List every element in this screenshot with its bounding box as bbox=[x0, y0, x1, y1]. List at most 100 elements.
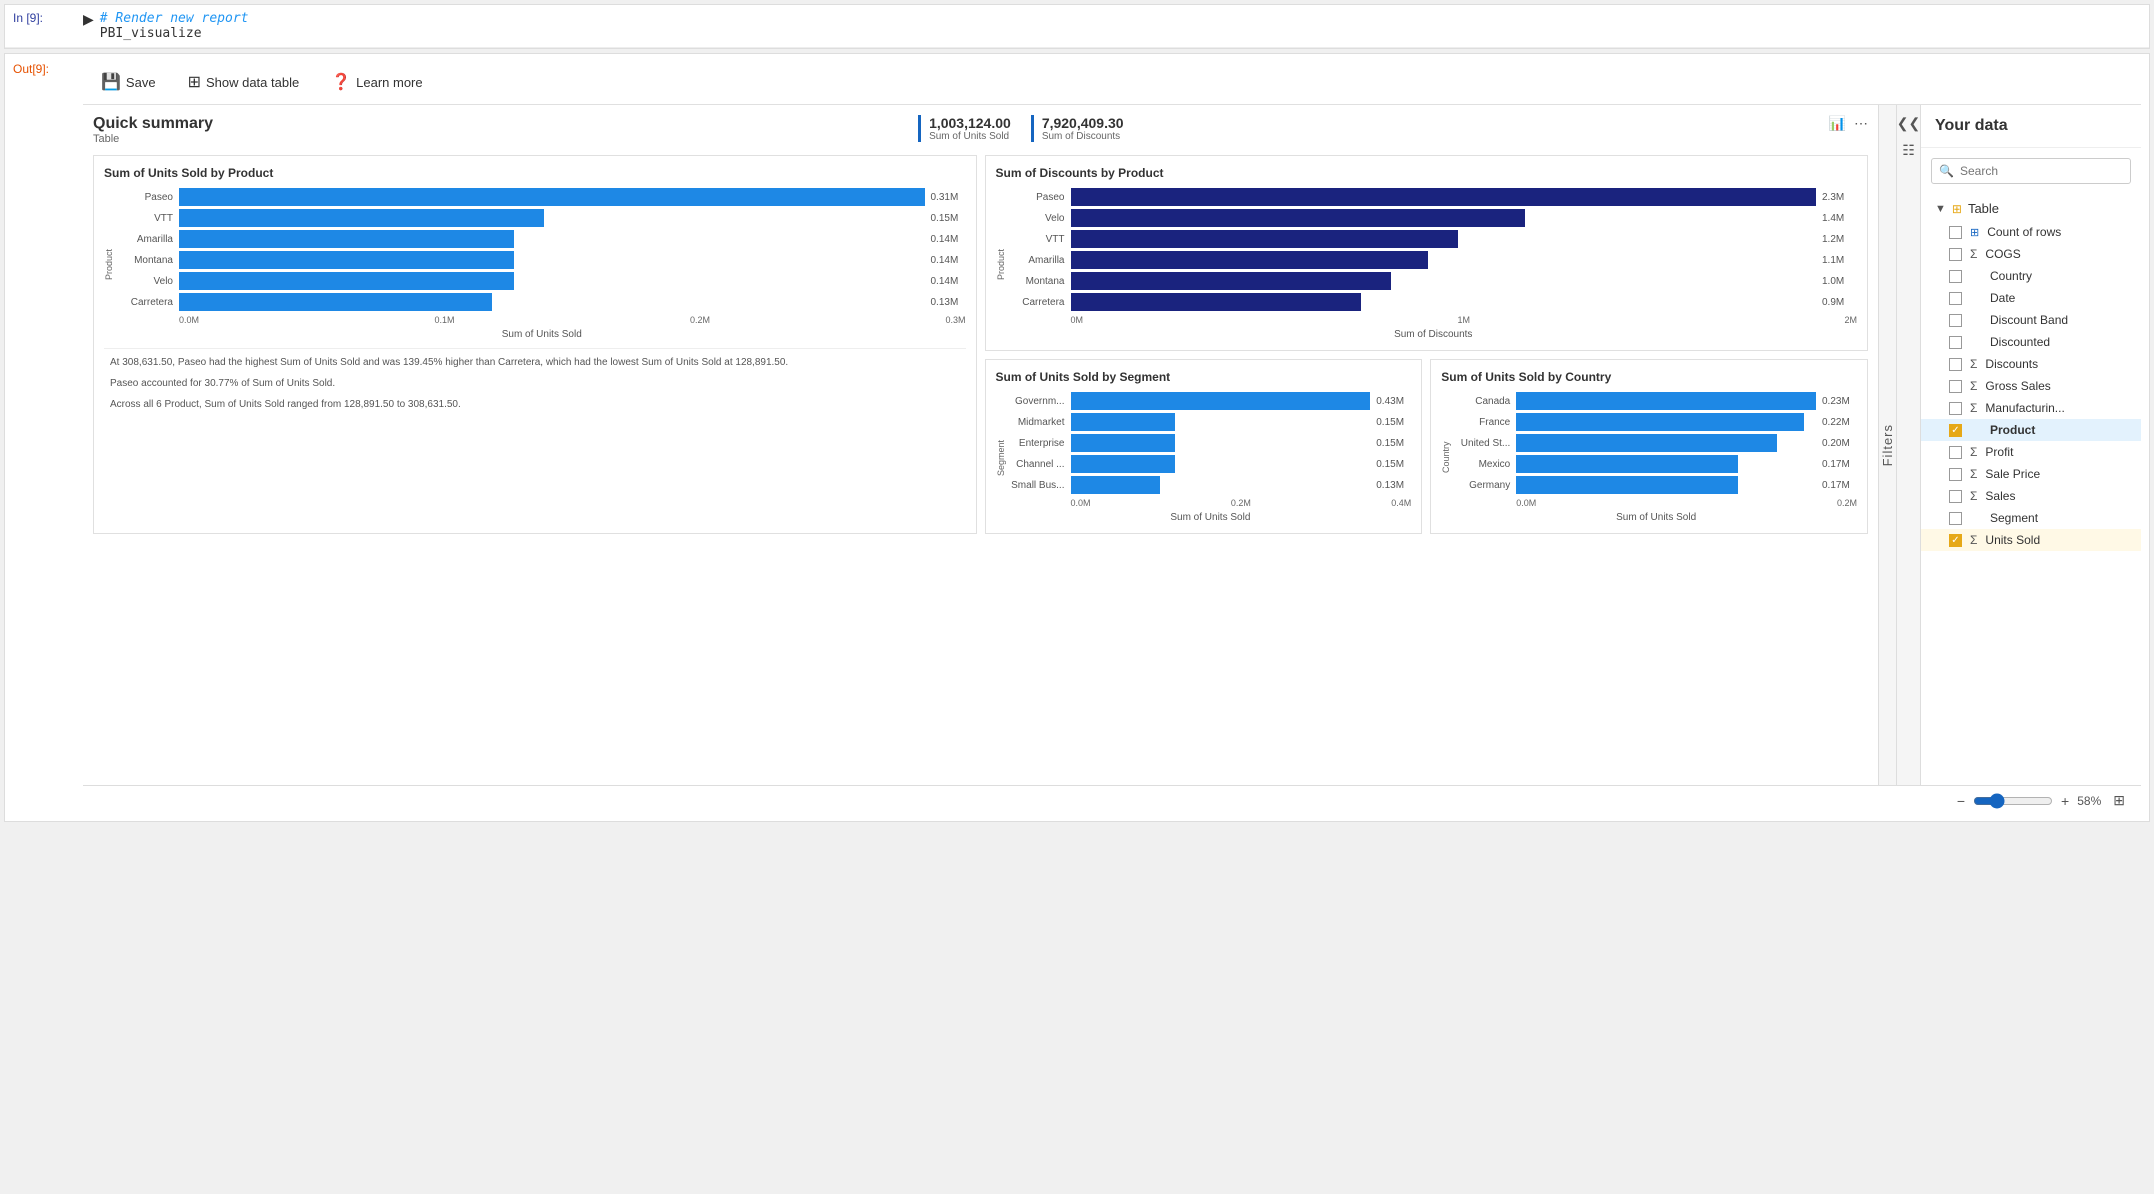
bar-label: Germany bbox=[1455, 480, 1510, 491]
sidebar-field-item[interactable]: ✓ΣUnits Sold bbox=[1921, 529, 2141, 551]
kpi-discounts: 7,920,409.30 Sum of Discounts bbox=[1031, 115, 1124, 142]
chart1-axis-label: Sum of Units Sold bbox=[118, 329, 966, 340]
sidebar-field-item[interactable]: ΣGross Sales bbox=[1921, 375, 2141, 397]
bar-value: 0.15M bbox=[1376, 438, 1411, 449]
filters-panel[interactable]: Filters bbox=[1879, 105, 1897, 785]
info-icon: ❓ bbox=[331, 72, 351, 92]
field-checkbox[interactable] bbox=[1949, 226, 1962, 239]
summary-header: Quick summary Table 1,003,124.00 Sum of … bbox=[93, 115, 1868, 145]
cell-output-row: Out[9]: 💾 Save ⊞ Show data table ❓ Learn… bbox=[5, 54, 2149, 821]
bar-container bbox=[179, 293, 925, 311]
chart3-axis-label: Sum of Units Sold bbox=[1010, 512, 1412, 523]
bar-fill bbox=[1071, 434, 1176, 452]
show-data-button[interactable]: ⊞ Show data table bbox=[182, 68, 306, 96]
field-checkbox[interactable] bbox=[1949, 512, 1962, 525]
field-checkbox[interactable]: ✓ bbox=[1949, 424, 1962, 437]
zoom-in-button[interactable]: + bbox=[2061, 793, 2069, 809]
bar-fill bbox=[1516, 455, 1738, 473]
tree-table-header[interactable]: ▼ ⊞ Table bbox=[1921, 196, 2141, 221]
bar-fill bbox=[179, 209, 544, 227]
bar-container bbox=[1071, 413, 1371, 431]
bar-value: 0.15M bbox=[1376, 417, 1411, 428]
sidebar-fields-list: ⊞Count of rowsΣCOGSCountryDateDiscount B… bbox=[1921, 221, 2141, 551]
chart2-title: Sum of Discounts by Product bbox=[996, 166, 1858, 180]
sidebar-title: Your data bbox=[1921, 105, 2141, 148]
bar-container bbox=[1071, 392, 1371, 410]
chart1-title: Sum of Units Sold by Product bbox=[104, 166, 966, 180]
sigma-icon: Σ bbox=[1970, 247, 1977, 261]
filter-icon-sidebar[interactable]: ☷ bbox=[1902, 142, 1915, 159]
bar-label: Enterprise bbox=[1010, 438, 1065, 449]
field-checkbox[interactable]: ✓ bbox=[1949, 534, 1962, 547]
bar-label: Paseo bbox=[118, 192, 173, 203]
bar-row: VTT0.15M bbox=[118, 209, 966, 227]
code-content: # Render new report PBI_visualize bbox=[100, 11, 249, 41]
field-checkbox[interactable] bbox=[1949, 358, 1962, 371]
bar-value: 0.17M bbox=[1822, 459, 1857, 470]
field-checkbox[interactable] bbox=[1949, 380, 1962, 393]
sidebar: Your data 🔍 ▼ ⊞ Table ⊞Count of rowsΣCOG… bbox=[1921, 105, 2141, 785]
chart-type-icon[interactable]: 📊 bbox=[1829, 115, 1846, 132]
field-checkbox[interactable] bbox=[1949, 292, 1962, 305]
bar-value: 0.20M bbox=[1822, 438, 1857, 449]
field-checkbox[interactable] bbox=[1949, 446, 1962, 459]
bar-row: Canada0.23M bbox=[1455, 392, 1857, 410]
sidebar-field-item[interactable]: Segment bbox=[1921, 507, 2141, 529]
sidebar-field-item[interactable]: Discounted bbox=[1921, 331, 2141, 353]
chart4-title: Sum of Units Sold by Country bbox=[1441, 370, 1857, 384]
save-icon: 💾 bbox=[101, 72, 121, 92]
field-checkbox[interactable] bbox=[1949, 490, 1962, 503]
sidebar-field-item[interactable]: ✓ Product bbox=[1921, 419, 2141, 441]
chart-discounts-by-product: Sum of Discounts by Product Product Pase… bbox=[985, 155, 1869, 351]
bar-row: Mexico 0.17M bbox=[1455, 455, 1857, 473]
sidebar-field-item[interactable]: ΣProfit bbox=[1921, 441, 2141, 463]
bar-value: 0.13M bbox=[931, 297, 966, 308]
cell-input-row: In [9]: ▶ # Render new report PBI_visual… bbox=[5, 5, 2149, 48]
field-checkbox[interactable] bbox=[1949, 468, 1962, 481]
bar-row: Amarilla1.1M bbox=[1010, 251, 1858, 269]
sidebar-field-item[interactable]: ⊞Count of rows bbox=[1921, 221, 2141, 243]
bar-value: 0.14M bbox=[931, 255, 966, 266]
bar-value: 0.23M bbox=[1822, 396, 1857, 407]
search-input[interactable] bbox=[1931, 158, 2131, 184]
bar-container bbox=[1516, 413, 1816, 431]
field-checkbox[interactable] bbox=[1949, 402, 1962, 415]
sidebar-field-item[interactable]: Discount Band bbox=[1921, 309, 2141, 331]
zoom-out-button[interactable]: − bbox=[1957, 793, 1965, 809]
fit-page-button[interactable]: ⊞ bbox=[2113, 792, 2125, 809]
field-checkbox[interactable] bbox=[1949, 336, 1962, 349]
search-icon: 🔍 bbox=[1939, 164, 1954, 178]
sigma-icon: Σ bbox=[1970, 401, 1977, 415]
bar-value: 1.1M bbox=[1822, 255, 1857, 266]
x-label: 0M bbox=[1071, 315, 1084, 325]
field-name-label: Product bbox=[1990, 423, 2035, 437]
bar-row: Velo1.4M bbox=[1010, 209, 1858, 227]
sidebar-field-item[interactable]: ΣCOGS bbox=[1921, 243, 2141, 265]
bar-value: 1.4M bbox=[1822, 213, 1857, 224]
bar-label: Paseo bbox=[1010, 192, 1065, 203]
run-button[interactable]: ▶ bbox=[83, 11, 94, 28]
field-checkbox[interactable] bbox=[1949, 248, 1962, 261]
more-options-icon[interactable]: ⋯ bbox=[1854, 115, 1868, 132]
sidebar-field-item[interactable]: Date bbox=[1921, 287, 2141, 309]
bar-label: Velo bbox=[118, 276, 173, 287]
field-checkbox[interactable] bbox=[1949, 270, 1962, 283]
learn-more-button[interactable]: ❓ Learn more bbox=[325, 68, 428, 96]
sidebar-field-item[interactable]: Country bbox=[1921, 265, 2141, 287]
zoom-slider[interactable] bbox=[1973, 793, 2053, 809]
sidebar-field-item[interactable]: ΣSales bbox=[1921, 485, 2141, 507]
sidebar-field-item[interactable]: ΣManufacturin... bbox=[1921, 397, 2141, 419]
chart3-y-label: Segment bbox=[996, 392, 1006, 523]
kpi1-label: Sum of Units Sold bbox=[929, 131, 1011, 142]
collapse-icon[interactable]: ❮❮ bbox=[1897, 115, 1920, 132]
sidebar-field-item[interactable]: ΣSale Price bbox=[1921, 463, 2141, 485]
bar-label: Montana bbox=[118, 255, 173, 266]
sidebar-field-item[interactable]: ΣDiscounts bbox=[1921, 353, 2141, 375]
code-comment-line: # Render new report bbox=[100, 11, 249, 26]
collapse-panel: ❮❮ ☷ bbox=[1897, 105, 1921, 785]
bottom-bar: − + 58% ⊞ bbox=[83, 785, 2141, 815]
bar-value: 0.14M bbox=[931, 234, 966, 245]
save-button[interactable]: 💾 Save bbox=[95, 68, 162, 96]
field-checkbox[interactable] bbox=[1949, 314, 1962, 327]
bar-label: Mexico bbox=[1455, 459, 1510, 470]
